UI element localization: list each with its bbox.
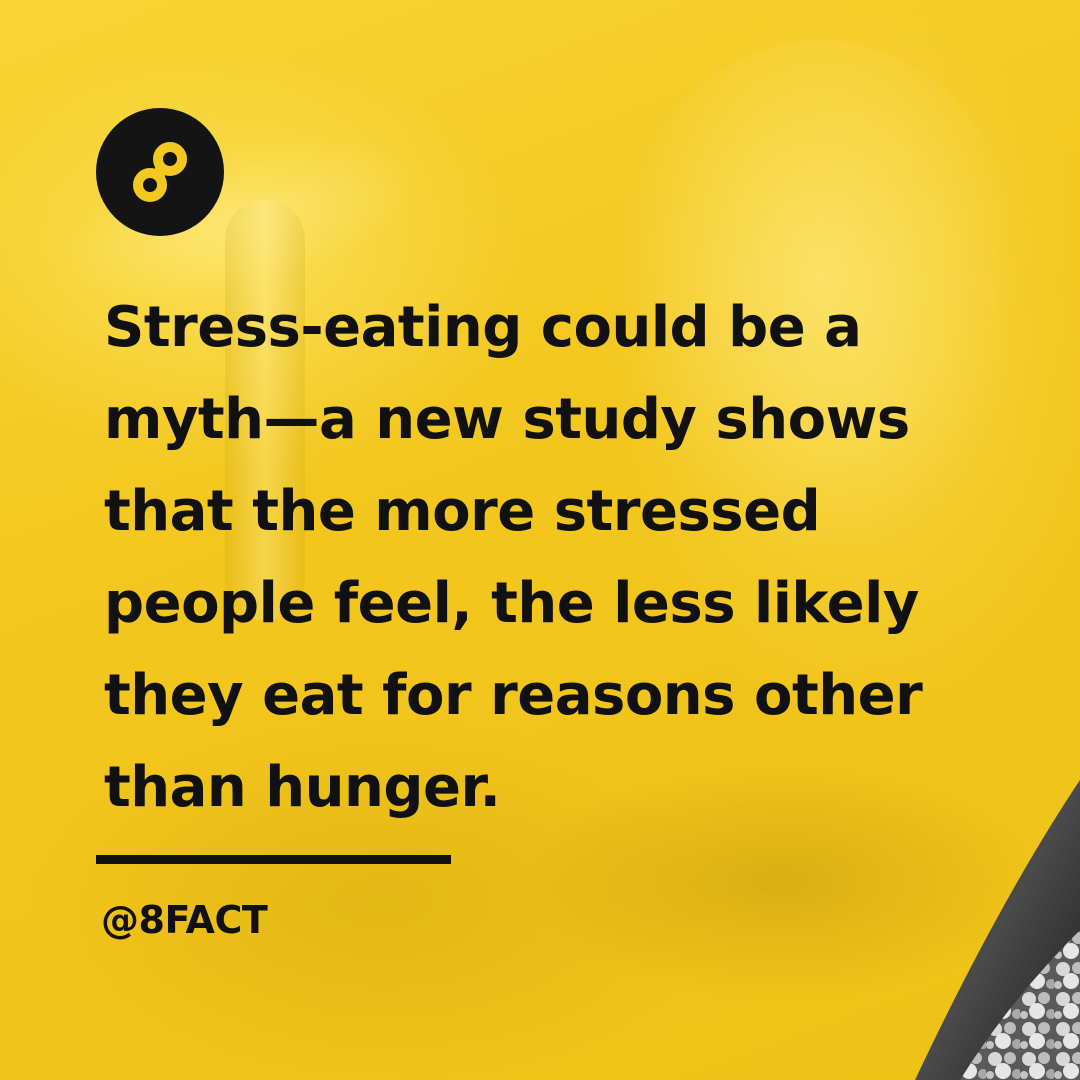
divider bbox=[96, 855, 451, 864]
headline-line: people feel, the less likely bbox=[104, 571, 919, 636]
headline: Stress-eating could be a myth—a new stud… bbox=[104, 282, 1044, 834]
headline-line: they eat for reasons other bbox=[104, 663, 923, 728]
infinity-eight-icon bbox=[133, 142, 187, 202]
headline-line: than hunger. bbox=[104, 755, 501, 820]
headline-line: Stress-eating could be a bbox=[104, 295, 862, 360]
headline-line: myth—a new study shows bbox=[104, 387, 910, 452]
headline-line: that the more stressed bbox=[104, 479, 821, 544]
social-handle: @8FACT bbox=[101, 898, 268, 942]
fact-card: Stress-eating could be a myth—a new stud… bbox=[0, 0, 1080, 1080]
brand-logo bbox=[96, 108, 224, 236]
